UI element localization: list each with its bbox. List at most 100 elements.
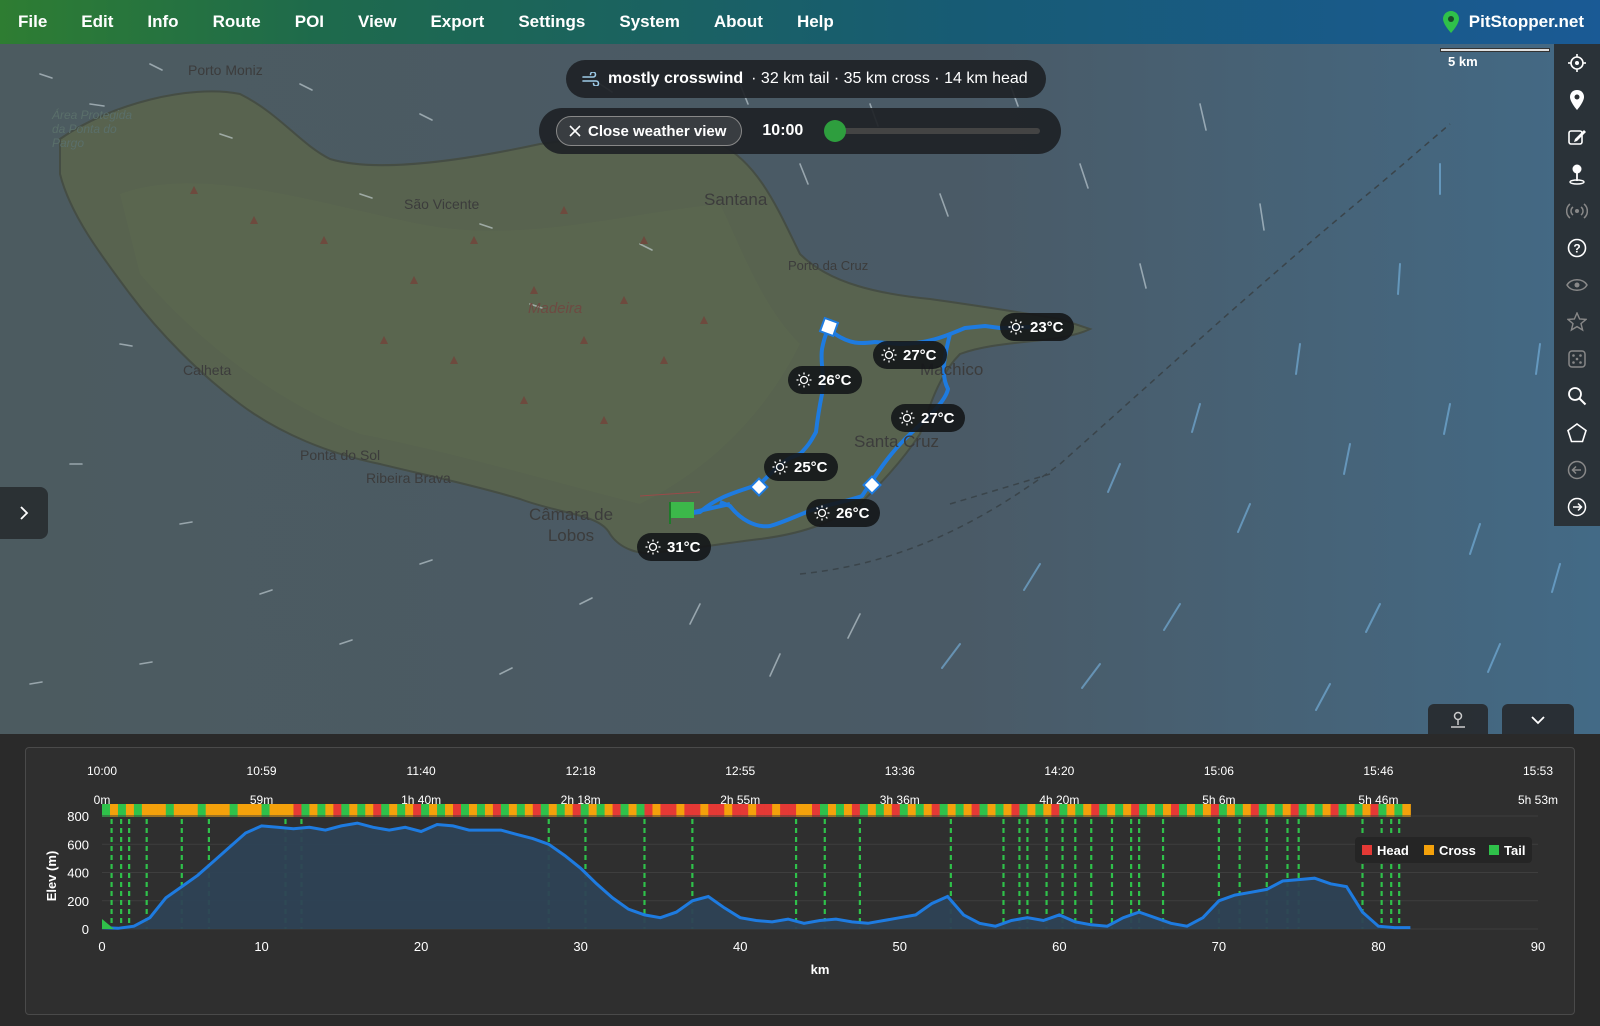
weather-badge[interactable]: 25°C [764,453,838,481]
marker-button[interactable] [1554,155,1600,192]
menu-system[interactable]: System [602,0,696,44]
wind-band [1083,804,1092,817]
legend-swatch-cross [1424,845,1434,855]
wind-band [1338,804,1348,817]
menu-help[interactable]: Help [780,0,851,44]
wind-band [963,804,973,817]
sun-icon [899,410,915,426]
menu-edit[interactable]: Edit [64,0,130,44]
place-label: Área Protegida da Ponta do Pargo [52,108,133,150]
place-label: Ponta do Sol [300,447,381,463]
wind-band [301,804,310,817]
wind-band [1163,804,1172,817]
x-tick-label: 0 [98,939,105,954]
weather-badge[interactable]: 27°C [873,341,947,369]
search-icon [1568,386,1587,405]
help-button[interactable]: ? [1554,229,1600,266]
wind-band [1322,804,1332,817]
wind-band [109,804,119,817]
wind-band [141,804,151,817]
wind-band [357,804,366,817]
time-slider[interactable] [824,120,1041,142]
edit-button[interactable] [1554,118,1600,155]
chevron-down-icon [1531,716,1545,725]
time-slider-handle[interactable] [824,120,847,142]
marker-icon [1569,164,1585,185]
wind-band [652,804,661,817]
polygon-button[interactable] [1554,414,1600,451]
close-icon [569,125,581,137]
polygon-icon [1567,422,1587,442]
wind-band [1003,804,1012,817]
sun-icon [1008,319,1024,335]
menu-poi[interactable]: POI [278,0,341,44]
wind-band [987,804,997,817]
weather-badge[interactable]: 27°C [891,404,965,432]
search-button[interactable] [1554,377,1600,414]
broadcast-button[interactable] [1554,192,1600,229]
wind-band [445,804,454,817]
menu-route[interactable]: Route [196,0,278,44]
location-pin-icon [1442,11,1459,33]
duration-tick-label: 4h 20m [1039,793,1079,807]
x-tick-label: 90 [1531,939,1545,954]
weather-badge[interactable]: 31°C [637,533,711,561]
weather-badge[interactable]: 26°C [806,499,880,527]
wind-icon [582,72,600,86]
wind-band [365,804,374,817]
wind-band [373,804,382,817]
wind-band [923,804,933,817]
profile-tab-button[interactable] [1428,704,1488,736]
wind-band [684,804,693,817]
wind-band [772,804,781,817]
random-button[interactable] [1554,340,1600,377]
wind-band [628,804,638,817]
wind-band [165,804,175,817]
dice-icon [1568,349,1586,368]
visibility-button[interactable] [1554,266,1600,303]
forward-button[interactable] [1554,488,1600,525]
menu-file[interactable]: File [0,0,64,44]
menu-view[interactable]: View [341,0,413,44]
wind-band [508,804,518,817]
map-toolbar: ? [1554,44,1600,526]
favorite-button[interactable] [1554,303,1600,340]
menu-export[interactable]: Export [413,0,501,44]
wind-band [971,804,981,817]
duration-tick-label: 1h 40m [401,793,441,807]
wind-band [476,804,486,817]
y-tick-label: 0 [82,922,89,937]
wind-band [644,804,653,817]
chevron-right-icon [20,506,29,520]
wind-band [149,804,159,817]
temperature-value: 23°C [1030,318,1064,336]
wind-band [804,804,813,817]
eye-icon [1566,278,1588,291]
broadcast-icon [1566,202,1588,219]
close-weather-view-button[interactable]: Close weather view [556,116,743,146]
pin-button[interactable] [1554,81,1600,118]
wind-band [764,804,773,817]
wind-band [181,804,191,817]
weather-badge[interactable]: 26°C [788,366,862,394]
menu-settings[interactable]: Settings [501,0,602,44]
menu-about[interactable]: About [697,0,780,44]
sidebar-expand-button[interactable] [0,487,48,539]
wind-band [1266,804,1276,817]
locate-button[interactable] [1554,44,1600,81]
wind-band [548,804,558,817]
wind-band [692,804,701,817]
collapse-panel-button[interactable] [1502,704,1574,736]
wind-band [1298,804,1308,817]
duration-tick-label: 5h 53m [1518,793,1558,807]
menu-info[interactable]: Info [130,0,195,44]
back-button[interactable] [1554,451,1600,488]
wind-legend: Head Cross Tail [1355,837,1532,863]
elevation-panel: 0 200 400 600 800 0 10 20 30 40 50 60 70 80 90 10:00 10:… [0,734,1600,1026]
locate-icon [1568,53,1586,72]
brand-link[interactable]: PitStopper.net [1442,0,1584,44]
wind-band [325,804,334,817]
weather-badge[interactable]: 23°C [1000,313,1074,341]
elevation-chart[interactable]: 0 200 400 600 800 0 10 20 30 40 50 60 70 80 90 10:00 10:… [0,734,1600,1026]
wind-band [540,804,550,817]
